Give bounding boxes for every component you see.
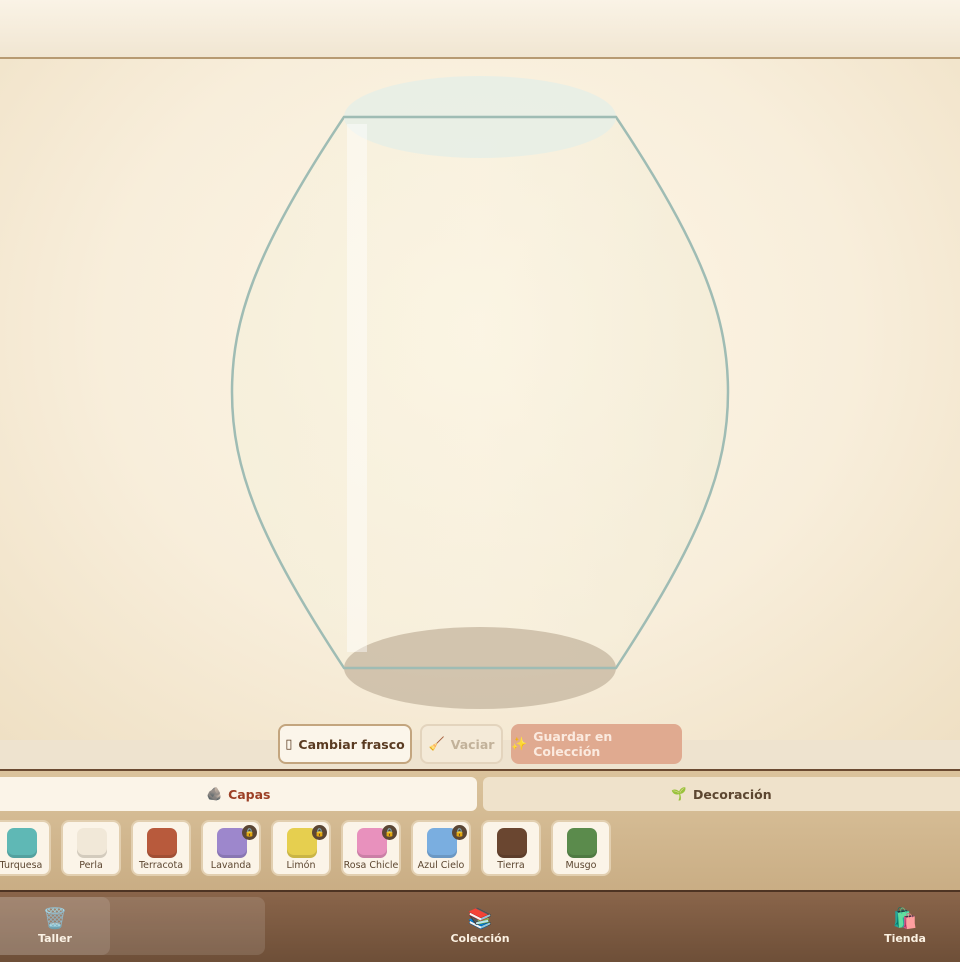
nav-taller[interactable]: 🗑️ Taller [0,897,110,955]
nav-tienda-label: Tienda [884,932,926,945]
sprout-icon: 🌱 [671,786,687,801]
swatch-terracota[interactable]: Terracota [131,820,191,876]
shopping-bags-icon: 🛍️ [892,906,918,930]
swatch-turquesa[interactable]: Turquesa [0,820,51,876]
swatch-label: Rosa Chicle [343,860,399,871]
trash-can-icon: 🗑️ [42,906,68,930]
color-chip [567,828,597,858]
swatch-label: Tierra [497,860,525,871]
top-header [0,0,960,59]
swatch-label: Perla [79,860,103,871]
swatch-rosa-chicle[interactable]: 🔒 Rosa Chicle [341,820,401,876]
color-chip [497,828,527,858]
swatch-label: Turquesa [0,860,43,871]
swatch-label: Terracota [138,860,184,871]
swatch-label: Musgo [565,860,597,871]
swatch-musgo[interactable]: Musgo [551,820,611,876]
nav-tienda[interactable]: 🛍️ Tienda [860,897,950,955]
swatch-label: Azul Cielo [417,860,465,871]
jar-icon: ▯ [285,736,293,752]
color-chip [7,828,37,858]
swatch-limon[interactable]: 🔒 Limón [271,820,331,876]
lock-icon: 🔒 [452,825,467,840]
color-chip [77,828,107,858]
change-jar-label: Cambiar frasco [298,736,405,752]
swatch-label: Lavanda [210,860,252,871]
lock-icon: 🔒 [312,825,327,840]
books-icon: 📚 [467,906,493,930]
nav-coleccion[interactable]: 📚 Colección [430,897,530,955]
empty-button[interactable]: 🧹 Vaciar [420,724,503,764]
save-label: Guardar en Colección [533,729,613,759]
swatch-azul-cielo[interactable]: 🔒 Azul Cielo [411,820,471,876]
nav-taller-label: Taller [38,932,72,945]
color-chip [147,828,177,858]
jar-stage [0,59,960,740]
broom-icon: 🧹 [428,736,445,752]
empty-label: Vaciar [450,736,495,752]
tab-decoracion[interactable]: 🌱 Decoración [483,777,960,811]
tab-capas-label: Capas [228,786,271,802]
sparkles-icon: ✨ [511,736,528,752]
lock-icon: 🔒 [242,825,257,840]
glass-highlight [347,124,367,652]
rock-icon: 🪨 [206,786,223,801]
glass-jar[interactable] [0,59,960,740]
change-jar-button[interactable]: ▯ Cambiar frasco [278,724,412,764]
save-to-collection-button[interactable]: ✨ Guardar en Colección [511,724,682,764]
nav-coleccion-label: Colección [450,932,510,945]
swatch-tierra[interactable]: Tierra [481,820,541,876]
tab-capas[interactable]: 🪨 Capas [0,777,477,811]
lock-icon: 🔒 [382,825,397,840]
swatch-perla[interactable]: Perla [61,820,121,876]
swatch-label: Limón [286,860,316,871]
swatch-lavanda[interactable]: 🔒 Lavanda [201,820,261,876]
tab-decoracion-label: Decoración [692,786,772,802]
